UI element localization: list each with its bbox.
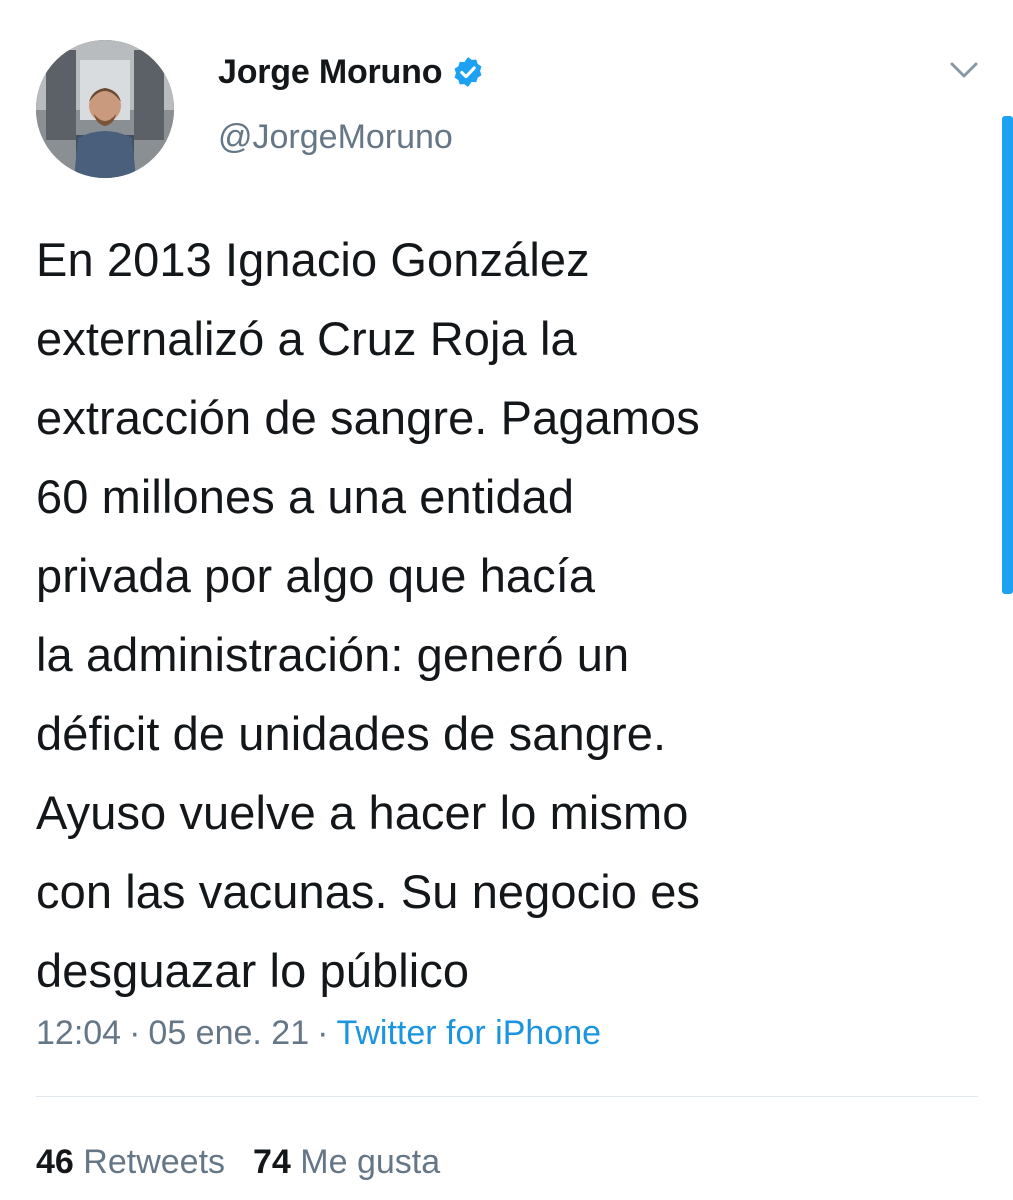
author-handle[interactable]: @JorgeMoruno — [218, 118, 453, 157]
retweets-count: 46 — [36, 1143, 74, 1181]
tweet-text-line: extracción de sangre. Pagamos — [36, 391, 700, 444]
tweet-detail: Jorge Moruno @JorgeMoruno En 2013 Ignaci… — [0, 0, 1013, 1200]
meta-separator: · — [129, 1014, 141, 1052]
tweet-source-link[interactable]: Twitter for iPhone — [336, 1014, 601, 1052]
tweet-text-line: Ayuso vuelve a hacer lo mismo — [36, 786, 689, 839]
likes-stat[interactable]: 74 Me gusta — [253, 1143, 440, 1181]
retweets-label: Retweets — [83, 1143, 226, 1181]
author-name-row[interactable]: Jorge Moruno — [218, 50, 485, 94]
avatar[interactable] — [36, 40, 174, 178]
scrollbar[interactable] — [1002, 116, 1013, 594]
divider — [36, 1096, 978, 1097]
tweet-time[interactable]: 12:04 — [36, 1014, 121, 1052]
verified-badge-icon — [451, 55, 485, 89]
tweet-text-line: desguazar lo público — [36, 944, 470, 997]
author-display-name[interactable]: Jorge Moruno — [218, 53, 442, 92]
tweet-metadata: 12:04 · 05 ene. 21 · Twitter for iPhone — [36, 1014, 601, 1053]
chevron-down-icon[interactable] — [944, 55, 984, 85]
tweet-text-line: externalizó a Cruz Roja la — [36, 312, 577, 365]
retweets-stat[interactable]: 46 Retweets — [36, 1143, 225, 1181]
tweet-text-line: 60 millones a una entidad — [36, 470, 575, 523]
tweet-text-line: con las vacunas. Su negocio es — [36, 865, 701, 918]
tweet-text: En 2013 Ignacio González externalizó a C… — [36, 220, 966, 1010]
meta-separator: · — [317, 1014, 329, 1052]
tweet-text-line: déficit de unidades de sangre. — [36, 707, 667, 760]
likes-count: 74 — [253, 1143, 291, 1181]
tweet-date[interactable]: 05 ene. 21 — [148, 1014, 309, 1052]
tweet-text-line: la administración: generó un — [36, 628, 630, 681]
tweet-text-line: En 2013 Ignacio González — [36, 233, 590, 286]
likes-label: Me gusta — [300, 1143, 441, 1181]
tweet-stats: 46 Retweets 74 Me gusta — [36, 1143, 468, 1182]
avatar-photo — [36, 40, 174, 178]
tweet-text-line: privada por algo que hacía — [36, 549, 596, 602]
